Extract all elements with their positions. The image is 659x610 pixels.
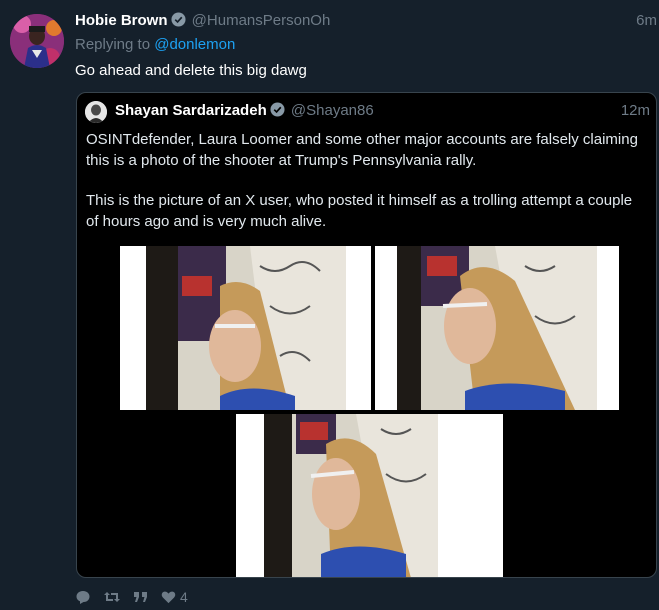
heart-icon (161, 591, 176, 604)
verified-badge-icon (170, 12, 186, 31)
replying-mention[interactable]: @donlemon (154, 36, 235, 53)
reply-icon (76, 591, 90, 604)
quote-author-name[interactable]: Shayan Sardarizadeh (115, 102, 267, 119)
quote-header: Shayan Sardarizadeh @Shayan86 12m (115, 102, 650, 121)
retweet-icon (104, 592, 120, 602)
reply-button[interactable] (75, 589, 91, 605)
quoted-tweet[interactable]: Shayan Sardarizadeh @Shayan86 12m OSINTd… (76, 92, 657, 578)
replying-prefix: Replying to (75, 36, 151, 53)
replying-to: Replying to @donlemon (75, 36, 235, 53)
tweet: Hobie Brown @HumansPersonOh 6m Replying … (0, 0, 659, 610)
quote-avatar-photo-icon (85, 101, 107, 123)
like-count: 4 (180, 589, 188, 605)
photo-1-image (120, 246, 371, 410)
quote-photo-1[interactable] (120, 246, 371, 410)
quote-time[interactable]: 12m (621, 102, 650, 119)
author-avatar[interactable] (10, 14, 64, 68)
author-name[interactable]: Hobie Brown (75, 12, 168, 29)
author-handle[interactable]: @HumansPersonOh (192, 12, 331, 29)
quote-text: OSINTdefender, Laura Loomer and some oth… (86, 129, 646, 232)
tweet-actions: 4 (75, 588, 188, 606)
quote-photo-3[interactable] (236, 414, 503, 577)
tweet-header: Hobie Brown @HumansPersonOh 6m (75, 12, 659, 34)
quote-author-avatar[interactable] (85, 101, 107, 123)
quote-photo-2[interactable] (375, 246, 619, 410)
like-button[interactable]: 4 (161, 589, 188, 605)
photo-3-image (236, 414, 503, 577)
quote-icon (134, 592, 147, 602)
quote-verified-badge-icon (270, 102, 285, 121)
photo-2-image (375, 246, 619, 410)
quote-button[interactable] (133, 590, 149, 604)
quote-paragraph-2: This is the picture of an X user, who po… (86, 192, 633, 230)
quote-paragraph-1: OSINTdefender, Laura Loomer and some oth… (86, 131, 638, 169)
avatar-illustration (10, 14, 64, 68)
retweet-button[interactable] (103, 589, 121, 605)
tweet-time[interactable]: 6m (636, 12, 657, 29)
tweet-text: Go ahead and delete this big dawg (75, 62, 307, 79)
quote-author-handle[interactable]: @Shayan86 (291, 102, 374, 119)
